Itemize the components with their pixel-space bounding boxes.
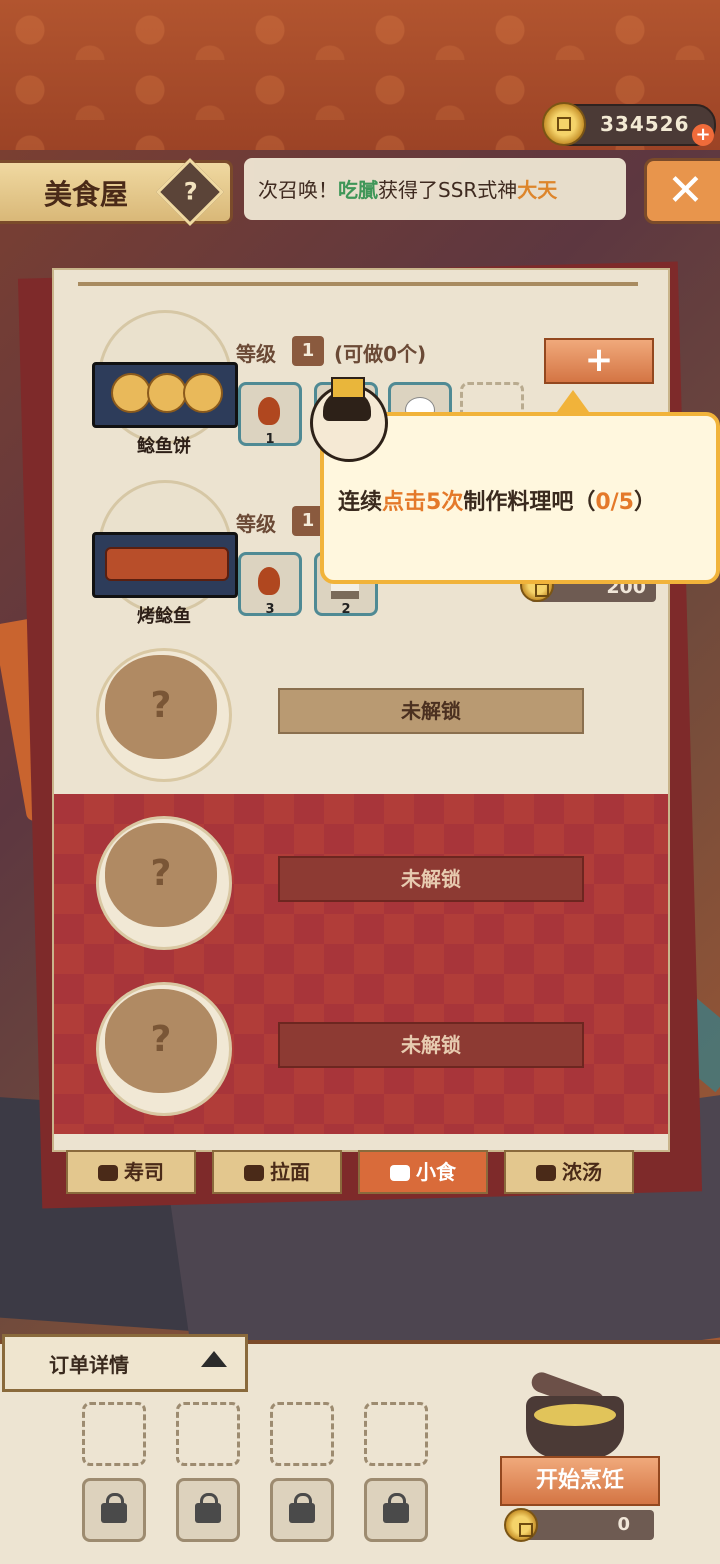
order-details-label: 订单详情: [49, 1353, 129, 1377]
ingredient-slot[interactable]: 1: [238, 382, 302, 447]
dish-image-fish-cake: [92, 362, 238, 428]
close-button[interactable]: ✕: [644, 158, 720, 224]
tab-snacks[interactable]: 小食: [358, 1150, 488, 1194]
start-cooking-button[interactable]: 开始烹饪: [500, 1456, 660, 1506]
book-divider: [78, 282, 638, 286]
sushi-icon: [98, 1165, 118, 1181]
locked-order-slot: [82, 1478, 146, 1542]
add-dish-button[interactable]: +: [544, 338, 654, 384]
tab-ramen[interactable]: 拉面: [212, 1150, 342, 1194]
locked-status: 未解锁: [278, 856, 584, 902]
order-slot[interactable]: [270, 1402, 334, 1466]
lock-icon: [383, 1493, 409, 1523]
locked-status: 未解锁: [278, 1022, 584, 1068]
shrimp-icon: [258, 397, 280, 425]
lock-icon: [195, 1493, 221, 1523]
cooking-cost: 0: [520, 1510, 654, 1540]
locked-dish-plate: ?: [96, 648, 232, 782]
locked-order-slot: [176, 1478, 240, 1542]
locked-order-slot: [270, 1478, 334, 1542]
chevron-up-icon: [201, 1351, 227, 1367]
locked-order-slot: [364, 1478, 428, 1542]
order-slot[interactable]: [176, 1402, 240, 1466]
can-make-count: (可做0个): [334, 342, 427, 366]
close-icon: ✕: [667, 165, 704, 216]
add-currency-button[interactable]: +: [692, 124, 714, 146]
question-icon: ?: [183, 177, 198, 206]
announcement-banner: 次召唤！吃膩获得了SSR式神大天: [244, 158, 626, 220]
order-details-toggle[interactable]: 订单详情: [2, 1334, 248, 1392]
locked-dish-plate: ?: [96, 982, 232, 1116]
lock-icon: [101, 1493, 127, 1523]
dish-image-grilled-eel: [92, 532, 238, 598]
page-title: 美食屋: [44, 178, 129, 211]
ramen-icon: [244, 1165, 264, 1181]
level-label: 等级: [236, 342, 276, 366]
dish-name: 鲶鱼饼: [137, 436, 191, 457]
cooking-pot-icon: [526, 1396, 624, 1458]
guide-character-avatar: [310, 377, 388, 462]
tab-sushi[interactable]: 寿司: [66, 1150, 196, 1194]
locked-status: 未解锁: [278, 688, 584, 734]
order-slot[interactable]: [364, 1402, 428, 1466]
coin-icon: [542, 102, 586, 146]
tooltip-arrow: [557, 390, 589, 412]
unknown-icon: ?: [150, 1019, 172, 1060]
dish-name: 烤鲶鱼: [137, 606, 191, 627]
level-value: 1: [292, 336, 324, 366]
order-slot[interactable]: [82, 1402, 146, 1466]
coin-icon: [504, 1508, 538, 1542]
tab-soup[interactable]: 浓汤: [504, 1150, 634, 1194]
lock-icon: [289, 1493, 315, 1523]
level-label: 等级: [236, 512, 276, 536]
snack-icon: [390, 1165, 410, 1181]
shrimp-icon: [258, 567, 280, 595]
tooltip-text: 连续点击5次制作料理吧（0/5）: [338, 490, 657, 515]
locked-dish-plate: ?: [96, 816, 232, 950]
ingredient-slot[interactable]: 3: [238, 552, 302, 617]
unknown-icon: ?: [150, 853, 172, 894]
soup-icon: [536, 1165, 556, 1181]
unknown-icon: ?: [150, 685, 172, 726]
currency-value: 334526: [600, 112, 690, 136]
announcement-text: 次召唤！吃膩获得了SSR式神大天: [258, 178, 558, 202]
